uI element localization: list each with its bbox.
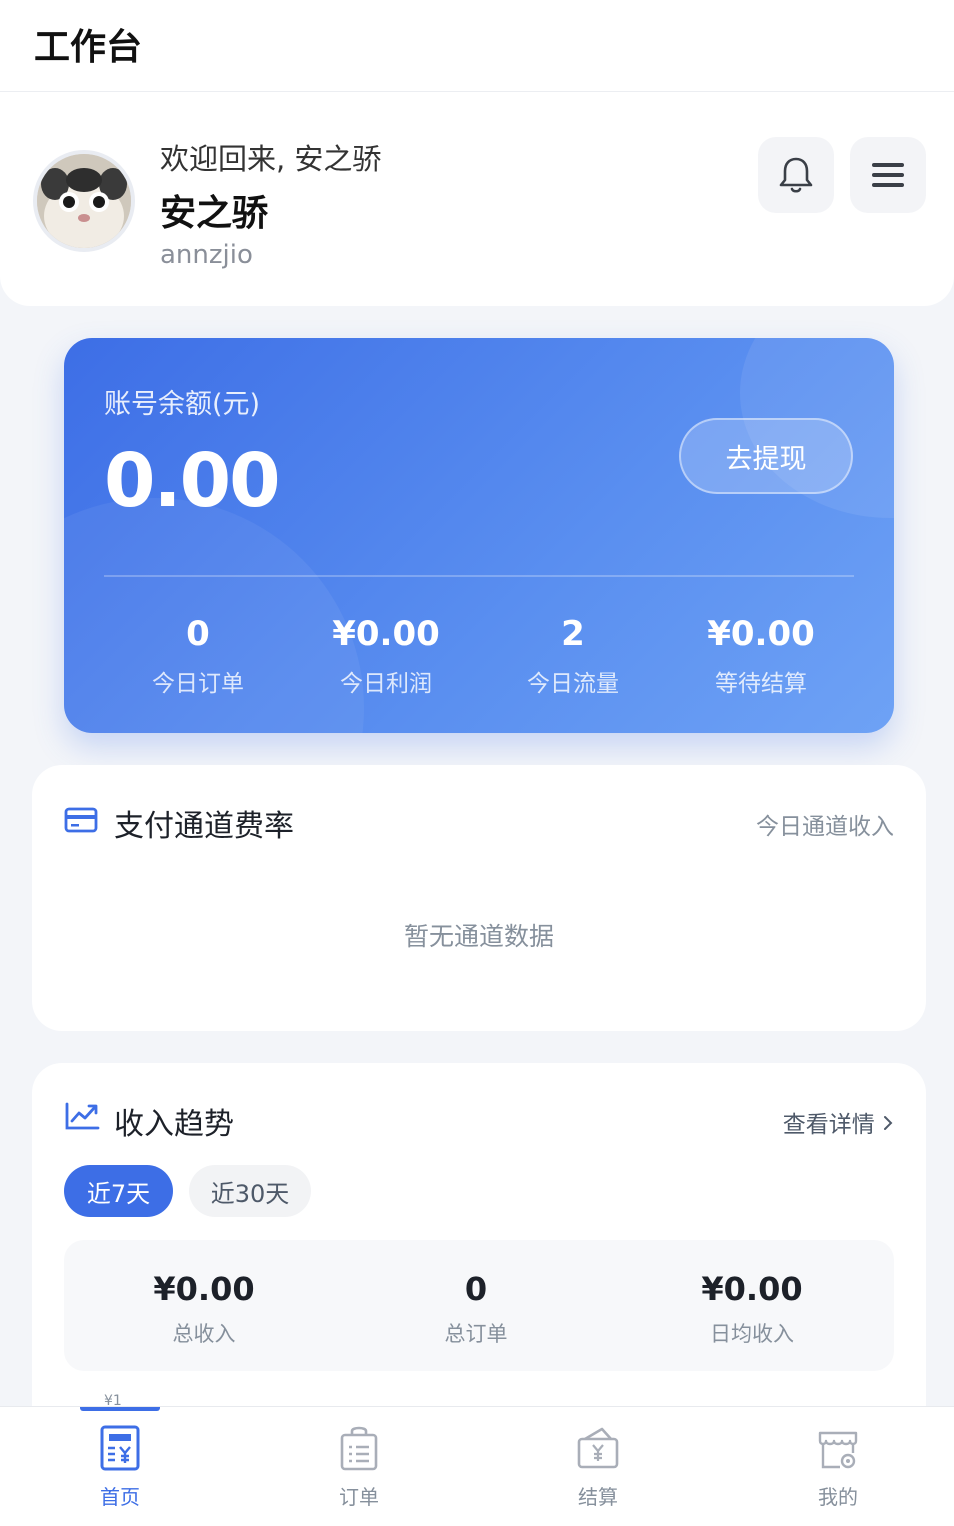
- today-channel-income-label: 今日通道收入: [756, 814, 894, 840]
- summary-total-income: ¥0.00 总收入: [84, 1270, 324, 1348]
- summary-label: 总订单: [444, 1322, 508, 1346]
- balance-value: 0.00: [104, 438, 281, 524]
- nav-item-mine[interactable]: 我的: [738, 1407, 938, 1526]
- nav-label: 订单: [339, 1485, 379, 1509]
- tab-7-days[interactable]: 近7天: [64, 1165, 173, 1217]
- stat-today-orders: 0 今日订单: [104, 614, 292, 698]
- stat-pending-settlement: ¥0.00 等待结算: [667, 614, 855, 698]
- active-indicator: [80, 1407, 160, 1411]
- stat-value: ¥0.00: [707, 614, 815, 654]
- store-settings-icon: [816, 1423, 860, 1473]
- username: annzjio: [160, 240, 253, 270]
- summary-value: ¥0.00: [701, 1270, 803, 1308]
- nav-label: 结算: [578, 1485, 618, 1509]
- nav-item-settlement[interactable]: 结算: [498, 1407, 698, 1526]
- welcome-text: 欢迎回来, 安之骄: [160, 142, 382, 176]
- page-title: 工作台: [34, 27, 143, 68]
- tab-30-days[interactable]: 近30天: [189, 1165, 311, 1217]
- nav-label: 我的: [818, 1485, 858, 1509]
- avatar-image: [37, 154, 131, 248]
- nav-item-orders[interactable]: 订单: [259, 1407, 459, 1526]
- order-bag-icon: [337, 1423, 381, 1473]
- view-details-label: 查看详情: [782, 1112, 875, 1138]
- stat-value: 2: [561, 614, 585, 654]
- summary-label: 总收入: [172, 1322, 236, 1346]
- stat-today-traffic: 2 今日流量: [479, 614, 667, 698]
- avatar[interactable]: [33, 150, 135, 252]
- settlement-wallet-icon: [576, 1423, 620, 1473]
- profile-section: 欢迎回来, 安之骄 安之骄 annzjio: [0, 92, 954, 306]
- income-summary-panel: ¥0.00 总收入 0 总订单 ¥0.00 日均收入: [64, 1240, 894, 1371]
- summary-value: ¥0.00: [153, 1270, 255, 1308]
- summary-label: 日均收入: [710, 1322, 794, 1346]
- bottom-nav: 首页 订单 结算 我的: [0, 1406, 954, 1526]
- home-receipt-icon: [98, 1423, 142, 1473]
- stat-label: 今日流量: [527, 671, 619, 697]
- summary-value: 0: [464, 1270, 488, 1308]
- stat-value: ¥0.00: [332, 614, 440, 654]
- balance-label: 账号余额(元): [104, 389, 261, 420]
- menu-button[interactable]: [850, 137, 926, 213]
- divider: [104, 575, 854, 577]
- withdraw-button[interactable]: 去提现: [679, 418, 853, 494]
- chevron-right-icon: [882, 1112, 894, 1138]
- summary-daily-avg-income: ¥0.00 日均收入: [632, 1270, 872, 1348]
- stat-label: 今日利润: [340, 671, 432, 697]
- user-display-name: 安之骄: [160, 193, 269, 234]
- top-bar: 工作台: [0, 0, 954, 92]
- bell-icon: [779, 157, 813, 193]
- stat-today-profit: ¥0.00 今日利润: [292, 614, 480, 698]
- stat-label: 今日订单: [152, 671, 244, 697]
- hamburger-menu-icon: [872, 163, 904, 187]
- view-details-link[interactable]: 查看详情: [783, 1105, 894, 1139]
- nav-item-home[interactable]: 首页: [20, 1407, 220, 1526]
- summary-total-orders: 0 总订单: [356, 1270, 596, 1348]
- stat-value: 0: [186, 614, 210, 654]
- card-title: 支付通道费率: [114, 809, 294, 844]
- nav-label: 首页: [100, 1485, 140, 1509]
- balance-card: 账号余额(元) 0.00 去提现 0 今日订单 ¥0.00 今日利润 2 今日流…: [64, 338, 894, 733]
- payment-channel-card: 支付通道费率 今日通道收入 暂无通道数据: [32, 765, 926, 1031]
- card-title: 收入趋势: [114, 1107, 234, 1142]
- credit-card-icon: [64, 806, 98, 838]
- trend-chart-icon: [64, 1101, 100, 1135]
- stat-label: 等待结算: [715, 671, 807, 697]
- empty-state-text: 暂无通道数据: [403, 922, 554, 951]
- notification-button[interactable]: [758, 137, 834, 213]
